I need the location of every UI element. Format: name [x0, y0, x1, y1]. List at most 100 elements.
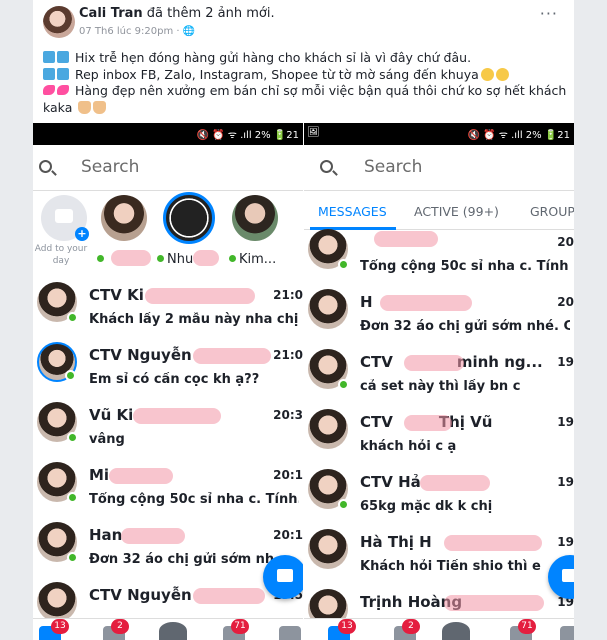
- laughing-emoji-icon: [480, 67, 494, 81]
- message-preview: Khách hỏi Tiền shio thì e: [360, 559, 541, 574]
- conversation-row[interactable]: CTV Nguyễn 21:0 Em sỉ có cần cọc kh ạ??: [33, 336, 303, 396]
- conversation-row[interactable]: CTV Hả 19 65kg mặc dk k chị: [304, 463, 574, 523]
- post-line: Hix trễ hẹn đóng hàng gửi hàng cho khách…: [43, 50, 568, 67]
- more-options-icon[interactable]: ···: [540, 4, 558, 23]
- search-icon: [39, 160, 52, 173]
- conversation-row[interactable]: CTV Thị Vũ 19 khách hỏi c ạ: [304, 403, 574, 463]
- contact-name: CTV Nguyễn: [89, 586, 192, 604]
- tab-messages[interactable]: MESSAGES: [318, 204, 387, 219]
- post-timestamp[interactable]: 07 Th6 lúc 9:20pm · 🌐: [79, 26, 195, 37]
- contact-avatar: [308, 409, 348, 449]
- story-avatar[interactable]: [163, 192, 215, 244]
- contact-avatar: [37, 522, 78, 563]
- contact-name: CTV Nguyễn: [89, 346, 192, 364]
- redaction-mark: [444, 535, 542, 551]
- tab-groups[interactable]: GROUP: [530, 204, 574, 219]
- wave-emoji-icon: [43, 67, 55, 80]
- message-time: 20:3: [271, 408, 303, 422]
- message-preview: vâng: [89, 432, 125, 447]
- redaction-mark: [404, 355, 464, 371]
- contact-avatar: [308, 349, 349, 390]
- redaction-mark: [111, 250, 151, 266]
- online-dot-icon: [338, 379, 349, 390]
- conversation-row[interactable]: H 20 Đơn 32 áo chị gửi sớm nhé. C: [304, 283, 574, 343]
- redaction-mark: [193, 250, 219, 266]
- search-bar[interactable]: Search: [33, 145, 303, 191]
- redaction-mark: [374, 231, 438, 247]
- contact-avatar: [308, 229, 349, 270]
- author-avatar[interactable]: [43, 6, 75, 38]
- conversation-row[interactable]: CTV Ki 21:0 Khách lấy 2 mẫu này nha chị: [33, 276, 303, 336]
- camera-icon: [55, 209, 73, 223]
- story-avatar[interactable]: [232, 195, 278, 241]
- gallery-icon: 🖼: [307, 127, 320, 138]
- notification-badge: 13: [51, 619, 69, 634]
- message-preview: Tổng cộng 50c sỉ nha c. Tính...: [89, 492, 299, 507]
- author-name[interactable]: Cali Tran: [79, 6, 143, 21]
- post-line: kaka: [43, 100, 568, 117]
- message-time: 20: [555, 235, 574, 249]
- search-input[interactable]: Search: [364, 157, 422, 177]
- bottom-nav: 13 2 71: [304, 618, 574, 640]
- notification-badge: 2: [111, 619, 129, 634]
- contact-name: Vũ Ki: [89, 406, 134, 424]
- camera-icon[interactable]: [442, 622, 470, 640]
- conversation-row[interactable]: 20 Tổng cộng 50c sỉ nha c. Tính: [304, 223, 574, 283]
- notification-badge: 71: [231, 619, 249, 634]
- games-icon[interactable]: [560, 626, 574, 640]
- laughing-emoji-icon: [495, 67, 509, 81]
- contact-name: CTV Ki: [89, 286, 144, 304]
- redaction-mark: [380, 295, 472, 311]
- story-avatar[interactable]: [101, 195, 147, 241]
- contact-name: Mi: [89, 466, 110, 484]
- status-icons: 🔇 ⏰ ᯤ .ıll 2% 🔋21: [467, 130, 570, 141]
- wave-emoji-icon: [43, 51, 55, 63]
- page: Cali Tran đã thêm 2 ảnh mới. 07 Th6 lúc …: [0, 0, 607, 640]
- ribbon-emoji-icon: [57, 85, 69, 95]
- status-icons: 🔇 ⏰ ᯤ .ıll 2% 🔋21: [196, 130, 299, 141]
- contact-avatar: [37, 342, 77, 382]
- wave-emoji-icon: [57, 67, 69, 80]
- status-bar: 🔇 ⏰ ᯤ .ıll 2% 🔋21: [33, 123, 303, 145]
- online-dot-icon: [65, 370, 76, 381]
- messenger-screenshot-left[interactable]: 🔇 ⏰ ᯤ .ıll 2% 🔋21 Search + Add to your d…: [33, 123, 303, 640]
- tab-active[interactable]: ACTIVE (99+): [414, 204, 499, 219]
- message-preview: Khách lấy 2 mẫu này nha chị: [89, 312, 299, 327]
- notification-badge: 13: [338, 619, 356, 634]
- contact-avatar: [37, 402, 78, 443]
- games-icon[interactable]: [279, 626, 301, 640]
- online-dot-icon: [338, 499, 349, 510]
- conversation-row[interactable]: CTV minh ng... 19 cả set này thì lấy bn c: [304, 343, 574, 403]
- ok-hand-emoji-icon: [93, 100, 107, 114]
- new-message-button[interactable]: [263, 555, 303, 599]
- message-time: 20:1: [271, 468, 303, 482]
- redaction-mark: [193, 588, 265, 604]
- redaction-mark: [109, 468, 173, 484]
- contact-name: Hà Thị H: [360, 533, 432, 551]
- wave-emoji-icon: [57, 51, 69, 63]
- message-preview: Đơn 32 áo chị gửi sớm nhé. C: [360, 319, 570, 334]
- add-story-button[interactable]: +: [41, 195, 89, 241]
- message-preview: 65kg mặc dk k chị: [360, 499, 493, 514]
- online-dot-icon: [67, 492, 78, 503]
- redaction-mark: [133, 408, 221, 424]
- contact-avatar: [37, 462, 78, 503]
- search-input[interactable]: Search: [81, 157, 139, 177]
- notification-badge: 2: [402, 619, 420, 634]
- contact-avatar: [308, 289, 348, 329]
- post-action: đã thêm 2 ảnh mới.: [146, 6, 275, 21]
- camera-icon[interactable]: [159, 622, 187, 640]
- online-dot-icon: [97, 255, 104, 262]
- message-time: 19: [555, 415, 574, 429]
- online-dot-icon: [67, 312, 78, 323]
- online-dot-icon: [67, 552, 78, 563]
- conversation-row[interactable]: Han 20:1 Đơn 32 áo chị gửi sớm nh: [33, 516, 303, 576]
- messenger-screenshot-right[interactable]: 🖼 🔇 ⏰ ᯤ .ıll 2% 🔋21 Search MESSAGES ACTI…: [304, 123, 574, 640]
- online-dot-icon: [229, 255, 236, 262]
- conversation-row[interactable]: Hà Thị H 19 Khách hỏi Tiền shio thì e: [304, 523, 574, 583]
- conversation-row[interactable]: Mi 20:1 Tổng cộng 50c sỉ nha c. Tính...: [33, 456, 303, 516]
- message-preview: cả set này thì lấy bn c: [360, 379, 521, 394]
- message-preview: khách hỏi c ạ: [360, 439, 457, 454]
- search-bar[interactable]: Search: [304, 145, 574, 191]
- conversation-row[interactable]: Vũ Ki 20:3 vâng: [33, 396, 303, 456]
